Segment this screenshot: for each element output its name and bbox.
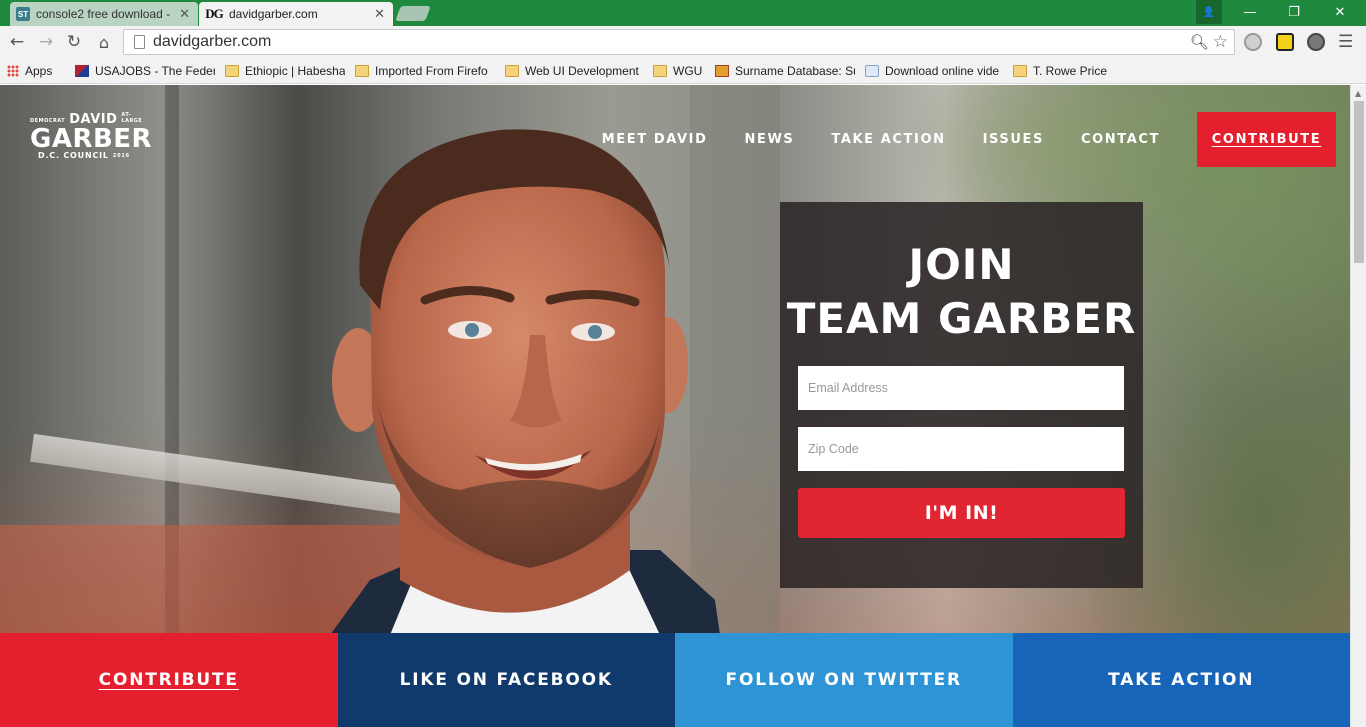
bookmark-label: Download online vide: [885, 63, 1000, 78]
folder-icon: [1013, 64, 1027, 77]
folder-icon: [653, 64, 667, 77]
hero-background: [0, 85, 1350, 645]
bookmark-ethiopic[interactable]: Ethiopic | Habesha: [225, 64, 345, 78]
facebook-button[interactable]: LIKE ON FACEBOOK: [337, 633, 675, 727]
action-bar: CONTRIBUTE LIKE ON FACEBOOK FOLLOW ON TW…: [0, 633, 1350, 727]
bookmark-surname[interactable]: Surname Database: Su: [715, 64, 855, 78]
close-tab-icon[interactable]: ✕: [179, 6, 190, 22]
back-arrow-icon[interactable]: ←: [6, 31, 28, 53]
campaign-logo[interactable]: DEMOCRAT DAVID AT-LARGE GARBER D.C. COUN…: [30, 112, 152, 160]
browser-menu-icon[interactable]: ☰: [1338, 32, 1353, 52]
signup-panel: JOIN TEAM GARBER Email Address Zip Code …: [780, 202, 1143, 588]
tab-title: console2 free download -: [36, 7, 171, 21]
extension-checkmark-icon[interactable]: [1276, 33, 1294, 51]
tab-console2[interactable]: ST console2 free download - ✕: [10, 2, 198, 26]
im-in-button[interactable]: I'M IN!: [798, 488, 1125, 538]
restore-window-button[interactable]: ❐: [1274, 0, 1314, 24]
folder-icon: [225, 64, 239, 77]
tab-title: davidgarber.com: [229, 7, 318, 21]
tab-davidgarber[interactable]: DG davidgarber.com ✕: [199, 2, 393, 26]
bookmark-label: USAJOBS - The Feder: [95, 63, 215, 78]
contribute-button[interactable]: CONTRIBUTE: [0, 633, 338, 727]
bookmark-label: Web UI Development: [525, 63, 639, 78]
logo-office: D.C. COUNCIL: [38, 151, 109, 160]
logo-year: 2016: [112, 152, 130, 159]
take-action-button[interactable]: TAKE ACTION: [1012, 633, 1350, 727]
email-field[interactable]: Email Address: [798, 366, 1124, 410]
zoom-icon[interactable]: 🔍︎: [1190, 33, 1209, 51]
bookmark-wgu[interactable]: WGU: [653, 64, 705, 78]
nav-meet-david[interactable]: MEET DAVID: [602, 132, 708, 147]
new-tab-button[interactable]: [395, 6, 431, 21]
bookmark-label: Apps: [25, 63, 53, 78]
folder-icon: [355, 64, 369, 77]
web-page: DEMOCRAT DAVID AT-LARGE GARBER D.C. COUN…: [0, 85, 1350, 727]
address-bar[interactable]: davidgarber.com 🔍︎ ☆: [123, 29, 1235, 55]
folder-icon: [505, 64, 519, 77]
nav-take-action[interactable]: TAKE ACTION: [831, 132, 945, 147]
zip-code-field[interactable]: Zip Code: [798, 427, 1124, 471]
bookmark-label: WGU: [673, 63, 703, 78]
browser-toolbar: ← → ↻ ⌂ davidgarber.com 🔍︎ ☆ ☰: [0, 26, 1366, 58]
bookmark-label: Imported From Firefo: [375, 63, 488, 78]
dg-favicon-icon: DG: [205, 6, 224, 21]
bookmarks-bar: Apps USAJOBS - The Feder Ethiopic | Habe…: [0, 58, 1366, 84]
forward-arrow-icon[interactable]: →: [35, 31, 57, 53]
logo-seat-tag: AT-LARGE: [121, 112, 143, 124]
bookmark-star-icon[interactable]: ☆: [1213, 32, 1228, 52]
candidate-photo: [330, 129, 720, 635]
signup-title-line2: TEAM GARBER: [786, 294, 1137, 343]
bookmark-label: Surname Database: Su: [735, 63, 855, 78]
scroll-up-arrow-icon[interactable]: ▲: [1355, 89, 1361, 98]
bookmark-trowe[interactable]: T. Rowe Price: [1013, 64, 1113, 78]
logo-last-name: GARBER: [30, 124, 153, 154]
twitter-button[interactable]: FOLLOW ON TWITTER: [675, 633, 1013, 727]
close-window-button[interactable]: ✕: [1318, 0, 1362, 24]
bookmark-label: Ethiopic | Habesha: [245, 63, 345, 78]
main-nav: MEET DAVID NEWS TAKE ACTION ISSUES CONTA…: [602, 112, 1336, 167]
extension-film-icon[interactable]: [1307, 33, 1325, 51]
surname-icon: [715, 64, 729, 77]
reload-icon[interactable]: ↻: [63, 31, 85, 53]
page-icon: [134, 35, 145, 49]
bookmark-download-video[interactable]: Download online vide: [865, 64, 1003, 78]
sourceforge-favicon-icon: ST: [16, 7, 30, 21]
close-tab-icon[interactable]: ✕: [374, 6, 385, 22]
bookmark-label: T. Rowe Price: [1033, 63, 1108, 78]
extension-icon[interactable]: [1244, 33, 1262, 51]
nav-contact[interactable]: CONTACT: [1081, 132, 1160, 147]
nav-news[interactable]: NEWS: [744, 132, 794, 147]
minimize-window-button[interactable]: —: [1230, 0, 1270, 24]
browser-titlebar: ST console2 free download - ✕ DG davidga…: [0, 0, 1366, 26]
apps-grid-icon: [7, 64, 19, 77]
url-text[interactable]: davidgarber.com: [153, 33, 1190, 51]
nav-contribute-button[interactable]: CONTRIBUTE: [1197, 112, 1336, 167]
signup-title: JOIN TEAM GARBER: [780, 238, 1143, 346]
user-profile-icon[interactable]: 👤: [1196, 0, 1222, 24]
video-icon: [865, 64, 879, 77]
bookmark-apps[interactable]: Apps: [7, 64, 65, 78]
bookmark-usajobs[interactable]: USAJOBS - The Feder: [75, 64, 215, 78]
home-icon[interactable]: ⌂: [93, 31, 115, 53]
bookmark-imported[interactable]: Imported From Firefo: [355, 64, 495, 78]
signup-title-line1: JOIN: [908, 240, 1015, 289]
page-scrollbar[interactable]: ▲: [1350, 85, 1366, 727]
usajobs-icon: [75, 64, 89, 77]
scrollbar-thumb[interactable]: [1354, 101, 1364, 263]
bookmark-web-ui[interactable]: Web UI Development: [505, 64, 643, 78]
nav-issues[interactable]: ISSUES: [983, 132, 1044, 147]
